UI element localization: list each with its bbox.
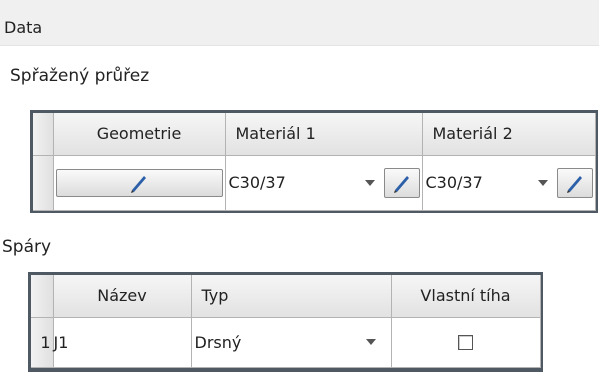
row-number: 1 xyxy=(31,317,54,368)
material-2-dropdown-button[interactable] xyxy=(529,166,557,200)
edit-geometry-button[interactable] xyxy=(55,168,223,197)
material-1-select[interactable]: C30/37 xyxy=(226,173,356,192)
row-header xyxy=(33,155,54,211)
composite-section-grid: Geometrie Materiál 1 Materiál 2 C30/37 C… xyxy=(30,110,598,213)
material-2-select[interactable]: C30/37 xyxy=(423,173,529,192)
material-2-cell: C30/37 xyxy=(422,155,596,211)
self-weight-checkbox[interactable] xyxy=(458,334,473,350)
joints-section-label: Spáry xyxy=(2,237,52,257)
material-1-cell: C30/37 xyxy=(225,155,423,211)
self-weight-cell xyxy=(391,317,541,368)
panel-header: Data xyxy=(0,0,599,46)
chevron-down-icon xyxy=(364,179,375,186)
column-header-material-2: Materiál 2 xyxy=(422,113,596,156)
joint-type-cell: Drsný xyxy=(191,317,392,368)
composite-section-label: Spřažený průřez xyxy=(10,66,150,86)
column-header-name: Název xyxy=(53,275,192,318)
joints-grid: Název Typ Vlastní tíha 1 J1 Drsný xyxy=(28,272,543,372)
chevron-down-icon xyxy=(365,339,376,345)
grid-corner xyxy=(33,113,54,156)
joint-type-dropdown-button[interactable] xyxy=(351,325,391,359)
pencil-icon xyxy=(566,175,582,193)
grid-corner xyxy=(31,275,54,318)
joint-type-select[interactable]: Drsný xyxy=(192,333,351,352)
edit-material-1-button[interactable] xyxy=(383,167,420,198)
joint-name-field[interactable]: J1 xyxy=(53,317,192,368)
edit-material-2-button[interactable] xyxy=(556,167,593,198)
column-header-type: Typ xyxy=(191,275,392,318)
chevron-down-icon xyxy=(537,179,548,186)
column-header-geometry: Geometrie xyxy=(53,113,226,156)
column-header-material-1: Materiál 1 xyxy=(225,113,423,156)
material-1-dropdown-button[interactable] xyxy=(356,166,384,200)
geometry-cell xyxy=(53,155,226,211)
panel-title: Data xyxy=(4,18,43,37)
pencil-icon xyxy=(393,175,409,193)
column-header-self-weight: Vlastní tíha xyxy=(391,275,541,318)
pencil-icon xyxy=(131,175,146,193)
